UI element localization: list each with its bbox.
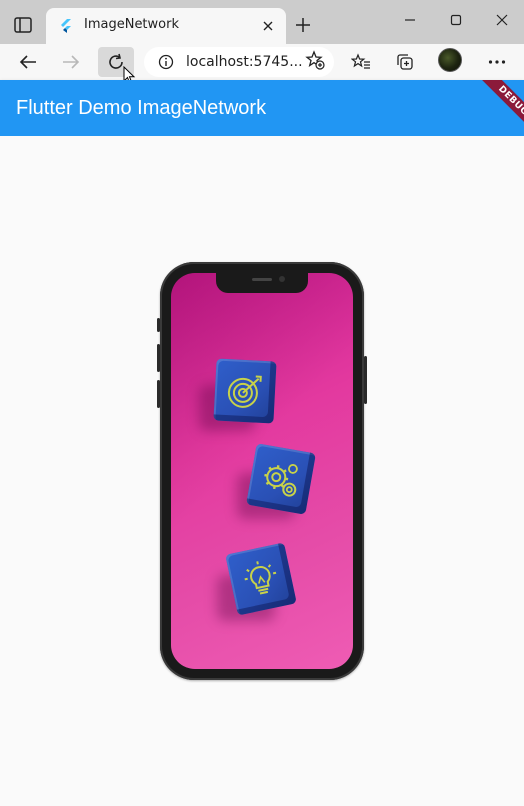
maximize-button[interactable]: [444, 10, 468, 30]
app-bar: Flutter Demo ImageNetwork DEBUG: [0, 80, 524, 136]
more-icon: [488, 60, 506, 64]
info-icon[interactable]: [158, 54, 174, 70]
tab-actions-button[interactable]: [10, 14, 36, 36]
window-close-button[interactable]: [490, 10, 514, 30]
avatar[interactable]: [438, 48, 462, 72]
maximize-icon: [450, 14, 462, 26]
phone-volume-up: [157, 344, 160, 372]
favorites-button[interactable]: [346, 47, 376, 77]
back-button[interactable]: [13, 47, 43, 77]
phone-screen: [171, 273, 353, 669]
debug-banner: DEBUG: [476, 80, 524, 136]
tab-title: ImageNetwork: [84, 17, 179, 32]
more-button[interactable]: [482, 47, 512, 77]
arrow-left-icon: [19, 55, 36, 69]
browser-toolbar: localhost:5745...: [0, 44, 524, 85]
browser-tab[interactable]: ImageNetwork: [46, 8, 286, 44]
target-icon: [227, 375, 262, 408]
app-body: [0, 136, 524, 806]
target-cube: [213, 358, 277, 424]
close-icon: [496, 14, 508, 26]
collections-button[interactable]: [390, 47, 420, 77]
tab-close-button[interactable]: [260, 18, 276, 34]
gears-cube: [246, 443, 316, 515]
phone-volume-down: [157, 380, 160, 408]
phone-speaker: [252, 278, 272, 281]
network-image: [157, 262, 367, 680]
forward-button[interactable]: [56, 47, 86, 77]
minimize-button[interactable]: [398, 10, 422, 30]
lightbulb-icon: [244, 561, 277, 595]
minimize-icon: [405, 19, 415, 21]
star-add-icon: [305, 50, 325, 70]
gears-icon: [264, 464, 298, 497]
page-title: Flutter Demo ImageNetwork: [16, 97, 267, 119]
flutter-logo-icon: [61, 19, 71, 33]
phone-mute-switch: [157, 318, 160, 332]
favorites-list-icon: [351, 53, 370, 69]
lightbulb-cube: [225, 542, 297, 616]
plus-icon: [296, 18, 310, 32]
phone-camera: [279, 276, 285, 282]
new-tab-button[interactable]: [292, 14, 314, 36]
phone-power-button: [364, 356, 367, 404]
tab-actions-icon: [14, 17, 32, 33]
debug-banner-label: DEBUG: [496, 84, 524, 118]
collections-icon: [397, 54, 413, 70]
arrow-right-icon: [63, 55, 80, 69]
add-favorite-button[interactable]: [302, 47, 328, 73]
browser-tab-strip: ImageNetwork: [0, 0, 524, 44]
close-icon: [263, 21, 273, 31]
url-text[interactable]: localhost:5745...: [186, 54, 303, 70]
phone-notch: [216, 273, 308, 293]
